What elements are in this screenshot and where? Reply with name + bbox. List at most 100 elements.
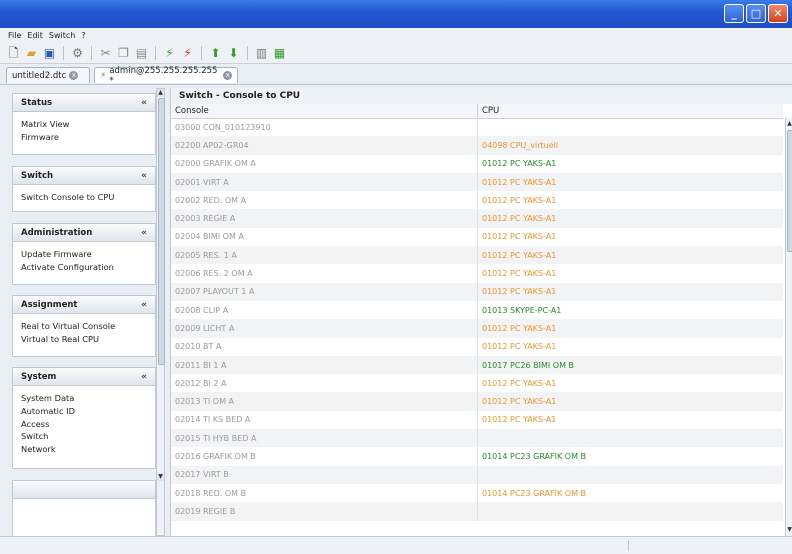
tab-admin-connection[interactable]: ⚡ admin@255.255.255.255 * x: [94, 66, 238, 86]
new-file-icon[interactable]: 🗋: [6, 45, 21, 60]
scroll-up-icon[interactable]: ▲: [157, 89, 164, 97]
sidebar-item-virtual-to-real-cpu[interactable]: Virtual to Real CPU: [21, 333, 147, 346]
settings-icon[interactable]: ⚙: [70, 45, 85, 60]
scrollbar-thumb[interactable]: [158, 98, 165, 365]
close-button[interactable]: ✕: [768, 4, 788, 23]
table-row[interactable]: 02200 AP02-GR04 04098 CPU_virtuell: [171, 136, 783, 155]
scrollbar-thumb[interactable]: [787, 130, 792, 252]
cpu-cell[interactable]: 01012 PC YAKS-A1: [478, 411, 783, 429]
sidebar-item-activate-configuration[interactable]: Activate Configuration: [21, 261, 147, 274]
table-row[interactable]: 02003 REGIE A 01012 PC YAKS-A1: [171, 209, 783, 228]
menu-edit[interactable]: Edit: [27, 31, 43, 40]
table-row[interactable]: 02012 BI 2 A 01012 PC YAKS-A1: [171, 374, 783, 393]
panel-header[interactable]: Administration «: [13, 224, 155, 242]
cpu-cell[interactable]: 01012 PC YAKS-A1: [478, 209, 783, 227]
cpu-cell[interactable]: 01012 PC YAKS-A1: [478, 283, 783, 301]
table-row[interactable]: 02010 BT A 01012 PC YAKS-A1: [171, 337, 783, 356]
table-row[interactable]: 02000 GRAFIK OM A 01012 PC YAKS-A1: [171, 154, 783, 173]
scroll-up-icon[interactable]: ▲: [786, 120, 792, 128]
cpu-cell[interactable]: 01012 PC YAKS-A1: [478, 392, 783, 410]
sidebar-item-real-to-virtual-console[interactable]: Real to Virtual Console: [21, 320, 147, 333]
cpu-cell[interactable]: 01012 PC YAKS-A1: [478, 191, 783, 209]
tab-untitled2[interactable]: untitled2.dtc x: [6, 67, 90, 83]
table-row[interactable]: 02015 TI HYB BED A: [171, 429, 783, 448]
table-scrollbar[interactable]: ▲ ▼: [785, 118, 792, 536]
table-row[interactable]: 02005 RES. 1 A 01012 PC YAKS-A1: [171, 246, 783, 265]
cpu-cell[interactable]: [478, 502, 783, 520]
copy-icon[interactable]: ❐: [116, 45, 131, 60]
sidebar-item-update-firmware[interactable]: Update Firmware: [21, 248, 147, 261]
table-row[interactable]: 02009 LICHT A 01012 PC YAKS-A1: [171, 319, 783, 338]
cpu-cell[interactable]: [478, 429, 783, 447]
collapse-icon[interactable]: «: [141, 300, 147, 310]
cpu-cell[interactable]: 01012 PC YAKS-A1: [478, 374, 783, 392]
cpu-cell[interactable]: 01012 PC YAKS-A1: [478, 338, 783, 356]
table-row[interactable]: 02016 GRAFIK OM B 01014 PC23 GRAFIK OM B: [171, 447, 783, 466]
panel-header[interactable]: Assignment «: [13, 296, 155, 314]
table-row[interactable]: 02008 CLIP A 01013 SKYPE-PC-A1: [171, 300, 783, 320]
connect-icon[interactable]: ⚡: [162, 45, 177, 60]
export-icon[interactable]: ▦: [272, 45, 287, 60]
close-icon[interactable]: x: [69, 71, 79, 80]
document-icon[interactable]: ▥: [254, 45, 269, 60]
cpu-cell[interactable]: 01012 PC YAKS-A1: [478, 264, 783, 282]
sidebar-item-network[interactable]: Network: [21, 443, 147, 456]
cpu-cell[interactable]: 01013 SKYPE-PC-A1: [478, 301, 783, 319]
cpu-cell[interactable]: [478, 118, 783, 136]
minimize-button[interactable]: _: [724, 4, 744, 23]
sidebar-item-firmware[interactable]: Firmware: [21, 131, 147, 144]
menu-switch[interactable]: Switch: [49, 31, 75, 40]
maximize-button[interactable]: □: [746, 4, 766, 23]
cpu-cell[interactable]: 01014 PC23 GRAFIK OM B: [478, 484, 783, 502]
cpu-cell[interactable]: 01012 PC YAKS-A1: [478, 246, 783, 264]
menu-file[interactable]: File: [8, 31, 21, 40]
cpu-cell[interactable]: 01017 PC26 BIMI OM B: [478, 356, 783, 374]
sidebar-item-access[interactable]: Access: [21, 418, 147, 431]
menu-help[interactable]: ?: [81, 31, 85, 40]
cut-icon[interactable]: ✂: [98, 45, 113, 60]
cpu-cell[interactable]: 01014 PC23 GRAFIK OM B: [478, 447, 783, 465]
sidebar-item-system-data[interactable]: System Data: [21, 392, 147, 405]
table-row[interactable]: 02011 BI 1 A 01017 PC26 BIMI OM B: [171, 355, 783, 375]
column-header-cpu[interactable]: CPU: [478, 104, 783, 118]
sidebar-scrollbar[interactable]: ▲ ▼: [156, 88, 165, 536]
panel-header[interactable]: Status «: [13, 94, 155, 112]
table-row[interactable]: 02017 VIRT B: [171, 465, 783, 484]
table-row[interactable]: 02013 TI OM A 01012 PC YAKS-A1: [171, 392, 783, 411]
cpu-cell[interactable]: 01012 PC YAKS-A1: [478, 319, 783, 337]
table-row[interactable]: 02014 TI KS BED A 01012 PC YAKS-A1: [171, 410, 783, 430]
paste-icon[interactable]: ▤: [134, 45, 149, 60]
table-row[interactable]: 03000 CON_010123910: [171, 118, 783, 137]
download-icon[interactable]: ⬇: [226, 45, 241, 60]
table-row[interactable]: 02002 RED. OM A 01012 PC YAKS-A1: [171, 191, 783, 210]
sidebar-item-automatic-id[interactable]: Automatic ID: [21, 405, 147, 418]
sidebar-item-switch-console-to-cpu[interactable]: Switch Console to CPU: [21, 191, 147, 204]
close-icon[interactable]: x: [223, 71, 232, 80]
scroll-down-icon[interactable]: ▼: [157, 473, 164, 481]
cpu-cell[interactable]: [478, 466, 783, 484]
panel-header[interactable]: [13, 481, 155, 499]
panel-header[interactable]: System «: [13, 368, 155, 386]
collapse-icon[interactable]: «: [141, 171, 147, 181]
collapse-icon[interactable]: «: [141, 98, 147, 108]
save-icon[interactable]: ▣: [42, 45, 57, 60]
cpu-cell[interactable]: 01012 PC YAKS-A1: [478, 155, 783, 173]
cpu-cell[interactable]: 01012 PC YAKS-A1: [478, 173, 783, 191]
cpu-cell[interactable]: 01012 PC YAKS-A1: [478, 228, 783, 246]
panel-header[interactable]: Switch «: [13, 167, 155, 185]
table-row[interactable]: 02018 RED. OM B 01014 PC23 GRAFIK OM B: [171, 483, 783, 503]
table-row[interactable]: 02019 REGIE B: [171, 502, 783, 521]
sidebar-item-switch[interactable]: Switch: [21, 430, 147, 443]
table-row[interactable]: 02006 RES. 2 OM A 01012 PC YAKS-A1: [171, 264, 783, 283]
sidebar-item-matrix-view[interactable]: Matrix View: [21, 118, 147, 131]
collapse-icon[interactable]: «: [141, 372, 147, 382]
table-row[interactable]: 02007 PLAYOUT 1 A 01012 PC YAKS-A1: [171, 282, 783, 301]
open-folder-icon[interactable]: ▰: [24, 45, 39, 60]
scroll-down-icon[interactable]: ▼: [786, 526, 792, 534]
table-row[interactable]: 02001 VIRT A 01012 PC YAKS-A1: [171, 172, 783, 192]
disconnect-icon[interactable]: ⚡: [180, 45, 195, 60]
collapse-icon[interactable]: «: [141, 228, 147, 238]
cpu-cell[interactable]: 04098 CPU_virtuell: [478, 136, 783, 154]
table-row[interactable]: 02004 BIMI OM A 01012 PC YAKS-A1: [171, 227, 783, 247]
column-header-console[interactable]: Console: [171, 104, 478, 118]
